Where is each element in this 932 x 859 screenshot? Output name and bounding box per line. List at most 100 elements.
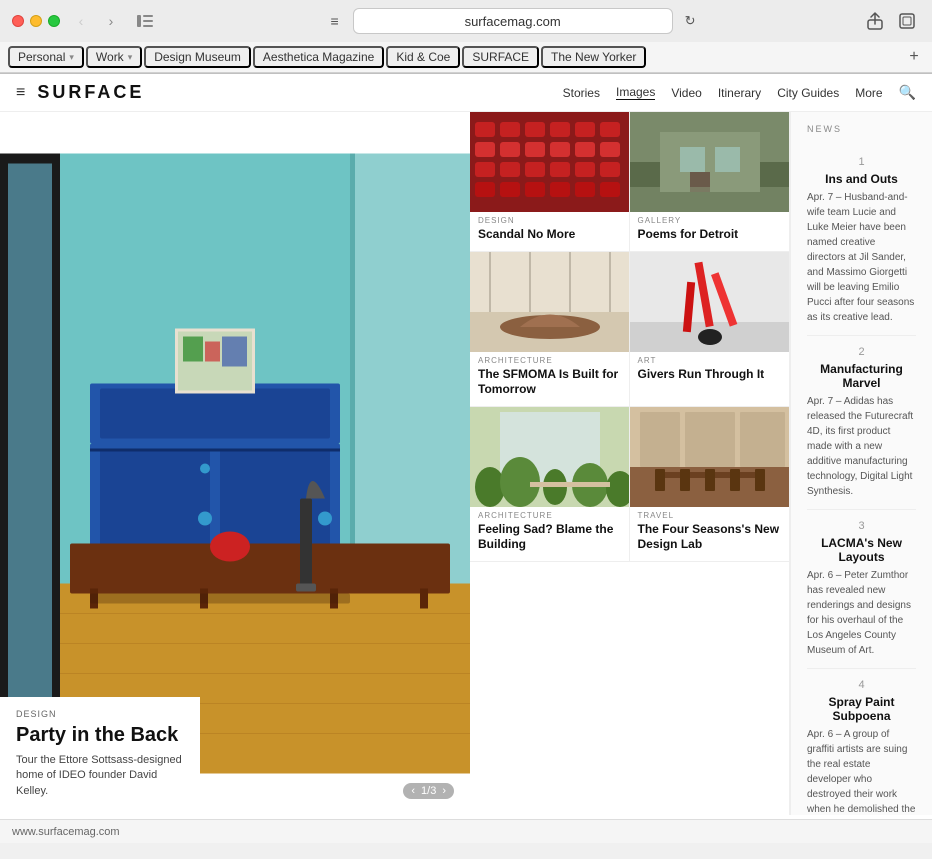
share-button[interactable] — [862, 8, 888, 34]
nav-video[interactable]: Video — [671, 86, 701, 100]
page-content: ≡ SURFACE Stories Images Video Itinerary… — [0, 74, 932, 819]
grid-title-3: The SFMOMA Is Built for Tomorrow — [478, 367, 621, 398]
chevron-down-icon: ▾ — [69, 52, 74, 63]
grid-item-6[interactable]: TRAVEL The Four Seasons's New Design Lab — [630, 407, 790, 562]
news-body-1: Apr. 7 – Husband-and-wife team Lucie and… — [807, 190, 916, 325]
grid-info-1: DESIGN Scandal No More — [470, 212, 629, 251]
counter-value: 1/3 — [421, 785, 436, 797]
news-num-1: 1 — [807, 156, 916, 168]
grid-title-6: The Four Seasons's New Design Lab — [638, 522, 782, 553]
grid-title-1: Scandal No More — [478, 227, 621, 243]
bookmark-kid-coe-label: Kid & Coe — [396, 50, 450, 64]
bookmark-design-museum-label: Design Museum — [154, 50, 241, 64]
grid-row-1: DESIGN Scandal No More — [470, 112, 789, 252]
bookmark-new-yorker[interactable]: The New Yorker — [541, 46, 646, 68]
bookmark-surface[interactable]: SURFACE — [462, 46, 539, 68]
forward-button[interactable]: › — [98, 11, 124, 31]
grid-row-2: ARCHITECTURE The SFMOMA Is Built for Tom… — [470, 252, 789, 407]
grid-category-2: GALLERY — [638, 216, 782, 225]
maximize-button[interactable] — [48, 15, 60, 27]
hero-category: DESIGN — [16, 709, 184, 719]
nav-images[interactable]: Images — [616, 85, 655, 100]
grid-image-1 — [470, 112, 629, 212]
grid-category-6: TRAVEL — [638, 511, 782, 520]
title-bar: ‹ › ≡ surfacemag.com ↻ — [0, 0, 932, 42]
grid-item-3[interactable]: ARCHITECTURE The SFMOMA Is Built for Tom… — [470, 252, 630, 407]
search-icon[interactable]: 🔍 — [899, 84, 916, 101]
news-item-4: 4 Spray Paint Subpoena Apr. 6 – A group … — [807, 669, 916, 815]
news-body-4: Apr. 6 – A group of graffiti artists are… — [807, 727, 916, 815]
grid-item-5[interactable]: ARCHITECTURE Feeling Sad? Blame the Buil… — [470, 407, 630, 562]
add-bookmark-button[interactable]: + — [904, 47, 924, 67]
news-item-2: 2 Manufacturing Marvel Apr. 7 – Adidas h… — [807, 336, 916, 510]
grid-section: DESIGN Scandal No More — [470, 112, 790, 815]
grid-title-5: Feeling Sad? Blame the Building — [478, 522, 621, 553]
hero-title: Party in the Back — [16, 723, 184, 747]
browser-menu-button[interactable]: ≡ — [324, 11, 344, 31]
grid-category-4: ART — [638, 356, 782, 365]
news-num-4: 4 — [807, 679, 916, 691]
toolbar-right — [862, 8, 920, 34]
back-button[interactable]: ‹ — [68, 11, 94, 31]
nav-buttons: ‹ › — [68, 11, 124, 31]
grid-image-4 — [630, 252, 790, 352]
next-arrow-icon[interactable]: › — [442, 785, 446, 797]
main-layout: DESIGN Party in the Back Tour the Ettore… — [0, 112, 932, 815]
grid-image-5 — [470, 407, 629, 507]
header-nav: Stories Images Video Itinerary City Guid… — [563, 84, 916, 101]
news-item-3: 3 LACMA's New Layouts Apr. 6 – Peter Zum… — [807, 510, 916, 669]
news-title-2[interactable]: Manufacturing Marvel — [807, 362, 916, 390]
bookmark-personal[interactable]: Personal ▾ — [8, 46, 84, 68]
bookmark-aesthetica[interactable]: Aesthetica Magazine — [253, 46, 384, 68]
hamburger-menu-icon[interactable]: ≡ — [16, 84, 25, 102]
prev-arrow-icon[interactable]: ‹ — [411, 785, 415, 797]
tabs-button[interactable] — [894, 8, 920, 34]
bookmark-aesthetica-label: Aesthetica Magazine — [263, 50, 374, 64]
site-header: ≡ SURFACE Stories Images Video Itinerary… — [0, 74, 932, 112]
grid-info-3: ARCHITECTURE The SFMOMA Is Built for Tom… — [470, 352, 629, 406]
news-label: NEWS — [807, 124, 916, 134]
news-title-1[interactable]: Ins and Outs — [807, 172, 916, 186]
browser-chrome: ‹ › ≡ surfacemag.com ↻ — [0, 0, 932, 74]
bookmark-work[interactable]: Work ▾ — [86, 46, 142, 68]
hero-overlay: DESIGN Party in the Back Tour the Ettore… — [0, 697, 200, 815]
hero-section: DESIGN Party in the Back Tour the Ettore… — [0, 112, 470, 815]
grid-info-5: ARCHITECTURE Feeling Sad? Blame the Buil… — [470, 507, 629, 561]
nav-stories[interactable]: Stories — [563, 86, 600, 100]
news-body-2: Apr. 7 – Adidas has released the Futurec… — [807, 394, 916, 499]
news-sidebar: NEWS 1 Ins and Outs Apr. 7 – Husband-and… — [790, 112, 932, 815]
minimize-button[interactable] — [30, 15, 42, 27]
grid-item-4[interactable]: ART Givers Run Through It — [630, 252, 790, 407]
hero-counter: ‹ 1/3 › — [403, 783, 454, 799]
bookmark-kid-coe[interactable]: Kid & Coe — [386, 46, 460, 68]
nav-itinerary[interactable]: Itinerary — [718, 86, 761, 100]
chevron-down-icon: ▾ — [128, 52, 133, 63]
bookmark-personal-label: Personal — [18, 50, 65, 64]
status-url: www.surfacemag.com — [12, 826, 120, 838]
grid-title-2: Poems for Detroit — [638, 227, 782, 243]
close-button[interactable] — [12, 15, 24, 27]
address-bar[interactable]: surfacemag.com — [353, 8, 673, 34]
reload-button[interactable]: ↻ — [685, 13, 696, 29]
news-title-3[interactable]: LACMA's New Layouts — [807, 536, 916, 564]
traffic-lights — [12, 15, 60, 27]
news-title-4[interactable]: Spray Paint Subpoena — [807, 695, 916, 723]
hero-description: Tour the Ettore Sottsass-designed home o… — [16, 753, 184, 799]
grid-category-5: ARCHITECTURE — [478, 511, 621, 520]
nav-city-guides[interactable]: City Guides — [777, 86, 839, 100]
grid-info-4: ART Givers Run Through It — [630, 352, 790, 391]
grid-title-4: Givers Run Through It — [638, 367, 782, 383]
bookmark-new-yorker-label: The New Yorker — [551, 50, 636, 64]
grid-item-2[interactable]: GALLERY Poems for Detroit — [630, 112, 790, 252]
grid-item-1[interactable]: DESIGN Scandal No More — [470, 112, 630, 252]
bookmarks-bar: Personal ▾ Work ▾ Design Museum Aestheti… — [0, 42, 932, 73]
grid-info-6: TRAVEL The Four Seasons's New Design Lab — [630, 507, 790, 561]
site-logo: SURFACE — [37, 82, 144, 103]
grid-image-6 — [630, 407, 790, 507]
sidebar-toggle-button[interactable] — [132, 11, 158, 31]
grid-image-2 — [630, 112, 790, 212]
status-bar: www.surfacemag.com — [0, 819, 932, 843]
grid-category-3: ARCHITECTURE — [478, 356, 621, 365]
bookmark-design-museum[interactable]: Design Museum — [144, 46, 251, 68]
nav-more[interactable]: More — [855, 86, 882, 100]
